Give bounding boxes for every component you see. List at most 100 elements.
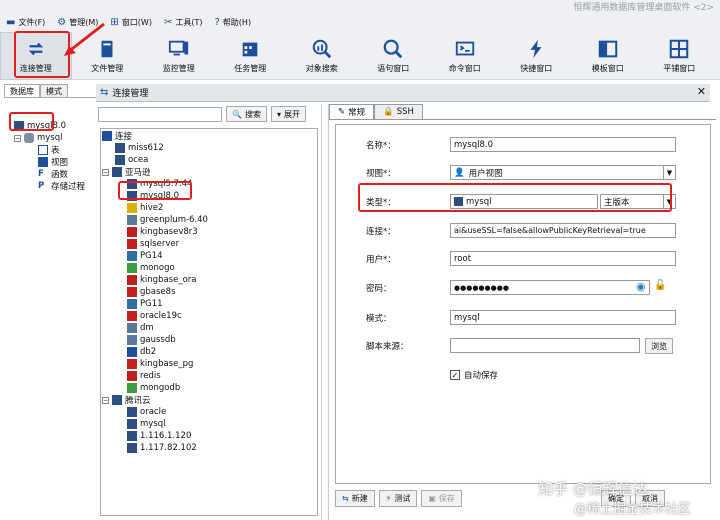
lock-icon: 🔒 [383, 107, 394, 117]
menu-tools[interactable]: ✂ 工具(T) [164, 17, 203, 28]
tab-ssh[interactable]: 🔒 SSH [374, 104, 423, 119]
tab-database[interactable]: 数据库 [4, 84, 40, 97]
folder-icon: ▬ [6, 16, 16, 28]
tree-node[interactable]: db2 [127, 346, 156, 358]
user-icon: 👤 [454, 167, 465, 178]
tree-node-label: kingbasev8r3 [140, 227, 198, 237]
connection-label: 连接*： [366, 227, 396, 237]
tree-node[interactable]: sqlserver [127, 238, 179, 250]
script-label: 脚本来源： [366, 342, 409, 352]
tree-node[interactable]: miss612 [115, 142, 164, 154]
view-select[interactable]: 👤 用户视图 ▼ [450, 165, 676, 180]
collapse-icon[interactable]: − [102, 168, 109, 176]
toolbar-task[interactable]: 任务管理 [215, 32, 287, 80]
toolbar-monitor[interactable]: 监控管理 [143, 32, 215, 80]
left-tree-db[interactable]: − mysql [14, 132, 63, 144]
tree-node[interactable]: monogo [127, 262, 175, 274]
script-field[interactable] [450, 338, 640, 353]
expand-button[interactable]: ▾ 展开 [270, 106, 306, 122]
search-button[interactable]: 🔍 搜索 [226, 106, 267, 122]
toolbar-command-window[interactable]: 命令窗口 [429, 32, 501, 80]
terminal-icon [455, 41, 474, 56]
db-type-icon [127, 287, 137, 297]
tree-node[interactable]: oracle19c [127, 310, 182, 322]
tree-node[interactable]: 1.116.1.120 [127, 430, 191, 442]
tree-node[interactable]: greenplum-6.40 [127, 214, 208, 226]
tree-node-label: 连接 [115, 132, 133, 142]
new-button[interactable]: ⇆ 新建 [335, 490, 375, 507]
folder-icon [112, 167, 122, 177]
autosave-checkbox[interactable]: ✓ [450, 370, 460, 380]
toolbar-quick-window[interactable]: 快捷窗口 [501, 32, 573, 80]
tree-node[interactable]: PG11 [127, 298, 163, 310]
test-button[interactable]: ⚡ 测试 [378, 490, 418, 507]
tree-node[interactable]: hive2 [127, 202, 163, 214]
toolbar-template-window[interactable]: 模板窗口 [572, 32, 644, 80]
menu-window[interactable]: ⊞ 窗口(W) [110, 17, 152, 28]
tree-node-label: dm [140, 323, 154, 333]
autosave-label: 自动保存 [464, 371, 499, 381]
tree-node[interactable]: − 腾讯云 [102, 394, 151, 406]
tree-node[interactable]: mongodb [127, 382, 180, 394]
db-type-icon [127, 419, 137, 429]
tree-node[interactable]: kingbase_pg [127, 358, 193, 370]
test-icon: ⚡ [385, 494, 392, 503]
template-icon [598, 40, 618, 58]
function-icon: F [38, 169, 44, 179]
chevron-down-icon: ▼ [663, 166, 675, 179]
edit-icon: ✎ [338, 107, 346, 117]
menu-file[interactable]: ▬ 文件(F) [6, 17, 45, 28]
db-type-icon [127, 311, 137, 321]
tree-node[interactable]: 1.117.82.102 [127, 442, 197, 454]
tree-node-label: PG11 [140, 299, 163, 309]
toolbar-sql-window[interactable]: 语句窗口 [358, 32, 430, 80]
watermark-line2: @稀土掘金技术社区 [574, 502, 692, 517]
left-tree-procedures[interactable]: P 存储过程 [38, 180, 85, 192]
eye-icon[interactable]: ◉ [636, 280, 646, 293]
browse-button[interactable]: 浏览 [645, 338, 673, 354]
close-icon[interactable]: ✕ [697, 85, 706, 98]
tree-node[interactable]: oracle [127, 406, 166, 418]
tree-node-label: miss612 [128, 143, 164, 153]
toolbar-tile-window[interactable]: 平铺窗口 [644, 32, 716, 80]
schema-field[interactable]: mysql [450, 310, 676, 325]
connection-string-field[interactable]: ai&useSSL=false&allowPublicKeyRetrieval=… [450, 223, 676, 238]
db-type-icon [127, 263, 137, 273]
tree-node[interactable]: PG14 [127, 250, 163, 262]
left-tree-views[interactable]: 视图 [38, 156, 68, 168]
collapse-icon[interactable]: − [102, 396, 109, 404]
tab-schema[interactable]: 模式 [40, 84, 68, 97]
db-type-icon [127, 239, 137, 249]
tree-node[interactable]: 连接 [102, 130, 132, 142]
connection-manager-title: 连接管理 [112, 89, 149, 99]
tree-node[interactable]: redis [127, 370, 161, 382]
password-field[interactable]: ●●●●●●●●● [450, 280, 650, 295]
connection-manager-header: ⇆ 连接管理 ✕ [96, 84, 710, 102]
name-field[interactable]: mysql8.0 [450, 137, 676, 152]
tree-node-label: redis [140, 371, 161, 381]
unlock-icon[interactable]: 🔓 [654, 280, 666, 291]
view-label: 视图*： [366, 169, 396, 179]
left-tree-tables[interactable]: 表 [38, 144, 60, 156]
user-label: 用户*： [366, 255, 396, 265]
db-type-icon [127, 227, 137, 237]
tree-node[interactable]: gaussdb [127, 334, 176, 346]
tree-node[interactable]: − 亚马逊 [102, 166, 151, 178]
left-tree-functions[interactable]: F 函数 [38, 168, 68, 180]
tree-node[interactable]: ocea [115, 154, 148, 166]
toolbar-object-search[interactable]: 对象搜索 [286, 32, 358, 80]
tree-node[interactable]: kingbasev8r3 [127, 226, 198, 238]
db-type-icon [127, 371, 137, 381]
user-field[interactable]: root [450, 251, 676, 266]
search-input[interactable] [98, 106, 222, 122]
save-button[interactable]: ▣ 保存 [421, 490, 462, 507]
tab-general[interactable]: ✎ 常规 [329, 104, 375, 119]
help-icon: ? [214, 16, 220, 28]
tree-node-label: gbase8s [140, 287, 176, 297]
menu-help[interactable]: ? 帮助(H) [215, 17, 252, 28]
tree-node[interactable]: gbase8s [127, 286, 176, 298]
tree-node[interactable]: dm [127, 322, 154, 334]
tree-node[interactable]: mysql [127, 418, 166, 430]
tree-node[interactable]: kingbase_ora [127, 274, 196, 286]
magnifier-icon [383, 39, 403, 59]
